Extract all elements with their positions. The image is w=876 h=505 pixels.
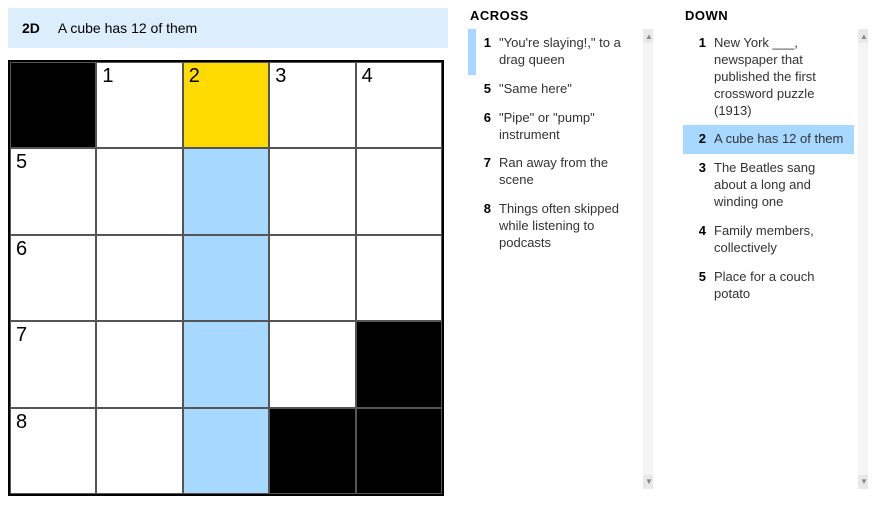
grid-cell-black: [10, 62, 96, 148]
grid-cell-black: [356, 408, 442, 494]
grid-cell[interactable]: [183, 321, 269, 407]
grid-cell[interactable]: 6: [10, 235, 96, 321]
clue-number: 5: [691, 269, 706, 303]
clue-text: Things often skipped while listening to …: [499, 201, 635, 252]
grid-cell[interactable]: [183, 148, 269, 234]
cell-number: 2: [189, 65, 200, 88]
across-clue-item[interactable]: 1"You're slaying!," to a drag queen: [468, 29, 639, 75]
grid-cell[interactable]: [96, 321, 182, 407]
down-clue-list: 1New York ___, newspaper that published …: [683, 29, 868, 309]
grid-cell[interactable]: [183, 408, 269, 494]
cell-number: 5: [16, 151, 27, 174]
clue-number: 2: [691, 131, 706, 148]
across-scrollbar[interactable]: ▲ ▼: [643, 29, 653, 489]
clue-number: 3: [691, 160, 706, 211]
grid-cell[interactable]: [269, 321, 355, 407]
grid-cell[interactable]: 8: [10, 408, 96, 494]
clue-number: 1: [691, 35, 706, 119]
clue-text: Place for a couch potato: [714, 269, 850, 303]
grid-cell[interactable]: [96, 408, 182, 494]
grid-cell[interactable]: 3: [269, 62, 355, 148]
grid-cell-black: [356, 321, 442, 407]
clue-text: Family members, collectively: [714, 223, 850, 257]
current-clue-text: A cube has 12 of them: [58, 20, 197, 36]
clue-text: Ran away from the scene: [499, 155, 635, 189]
crossword-grid[interactable]: 1 2 3 4 5 6 7 8: [8, 60, 444, 496]
down-clue-item[interactable]: 1New York ___, newspaper that published …: [683, 29, 854, 125]
across-clue-item[interactable]: 8Things often skipped while listening to…: [468, 195, 639, 258]
clue-number: 7: [476, 155, 491, 189]
cell-number: 3: [275, 65, 286, 88]
cell-number: 4: [362, 65, 373, 88]
scroll-up-icon: ▲: [860, 32, 868, 41]
grid-cell[interactable]: 2: [183, 62, 269, 148]
cell-number: 8: [16, 411, 27, 434]
clue-number: 4: [691, 223, 706, 257]
grid-cell-black: [269, 408, 355, 494]
across-clue-item[interactable]: 6"Pipe" or "pump" instrument: [468, 104, 639, 150]
across-clue-item[interactable]: 7Ran away from the scene: [468, 149, 639, 195]
cell-number: 7: [16, 324, 27, 347]
grid-cell[interactable]: 7: [10, 321, 96, 407]
current-clue-bar: 2D A cube has 12 of them: [8, 8, 448, 48]
down-clue-item[interactable]: 5Place for a couch potato: [683, 263, 854, 309]
scroll-down-icon: ▼: [860, 477, 868, 486]
clue-text: "You're slaying!," to a drag queen: [499, 35, 635, 69]
clue-number: 1: [476, 35, 491, 69]
grid-cell[interactable]: [96, 148, 182, 234]
clue-number: 6: [476, 110, 491, 144]
grid-cell[interactable]: [96, 235, 182, 321]
cell-number: 1: [102, 65, 113, 88]
scroll-down-icon: ▼: [645, 477, 653, 486]
down-scrollbar[interactable]: ▲ ▼: [858, 29, 868, 489]
clue-text: "Pipe" or "pump" instrument: [499, 110, 635, 144]
scroll-up-icon: ▲: [645, 32, 653, 41]
clue-text: New York ___, newspaper that published t…: [714, 35, 850, 119]
across-clue-item[interactable]: 5 "Same here": [468, 75, 639, 104]
clue-number: 8: [476, 201, 491, 252]
across-clue-list: 1"You're slaying!," to a drag queen 5 "Sam…: [468, 29, 653, 258]
grid-cell[interactable]: 5: [10, 148, 96, 234]
clue-text: A cube has 12 of them: [714, 131, 850, 148]
grid-cell[interactable]: [356, 148, 442, 234]
clue-number: 5: [476, 81, 491, 98]
down-clue-item[interactable]: 3The Beatles sang about a long and windi…: [683, 154, 854, 217]
down-heading: DOWN: [683, 8, 868, 23]
down-clue-item[interactable]: 4Family members, collectively: [683, 217, 854, 263]
grid-cell[interactable]: [269, 148, 355, 234]
grid-cell[interactable]: [269, 235, 355, 321]
current-clue-number: 2D: [22, 20, 40, 36]
grid-cell[interactable]: [183, 235, 269, 321]
across-heading: ACROSS: [468, 8, 653, 23]
down-clue-item[interactable]: 2 A cube has 12 of them: [683, 125, 854, 154]
grid-cell[interactable]: 1: [96, 62, 182, 148]
grid-cell[interactable]: 4: [356, 62, 442, 148]
cell-number: 6: [16, 238, 27, 261]
grid-cell[interactable]: [356, 235, 442, 321]
clue-text: "Same here": [499, 81, 635, 98]
clue-text: The Beatles sang about a long and windin…: [714, 160, 850, 211]
